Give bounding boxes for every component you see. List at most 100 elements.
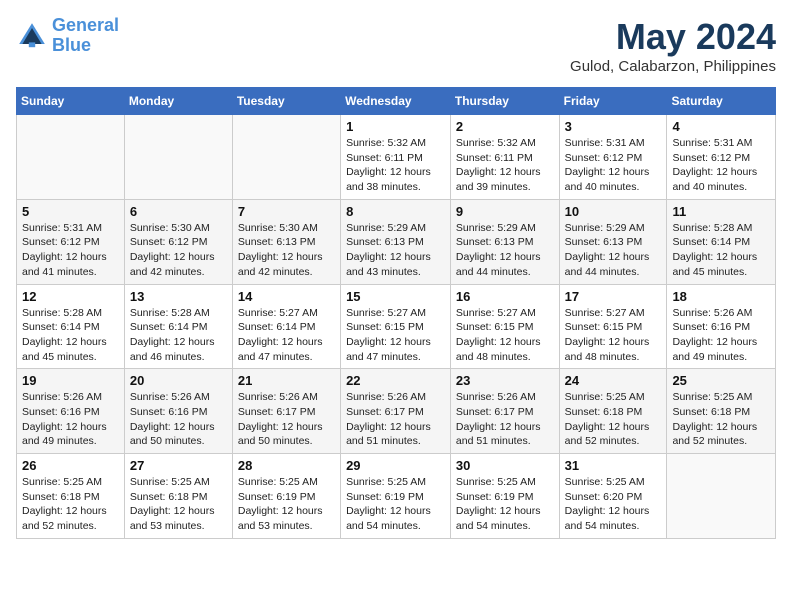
- day-number: 20: [130, 373, 227, 388]
- weekday-header-friday: Friday: [559, 88, 667, 115]
- day-number: 26: [22, 458, 119, 473]
- calendar-cell: 31 Sunrise: 5:25 AM Sunset: 6:20 PM Dayli…: [559, 454, 667, 539]
- day-number: 22: [346, 373, 445, 388]
- day-info: Sunrise: 5:26 AM Sunset: 6:16 PM Dayligh…: [672, 306, 770, 365]
- logo-line2: Blue: [52, 35, 91, 55]
- day-info: Sunrise: 5:27 AM Sunset: 6:15 PM Dayligh…: [456, 306, 554, 365]
- day-info: Sunrise: 5:27 AM Sunset: 6:14 PM Dayligh…: [238, 306, 335, 365]
- day-info: Sunrise: 5:25 AM Sunset: 6:20 PM Dayligh…: [565, 475, 662, 534]
- day-info: Sunrise: 5:31 AM Sunset: 6:12 PM Dayligh…: [22, 221, 119, 280]
- weekday-header-row: SundayMondayTuesdayWednesdayThursdayFrid…: [17, 88, 776, 115]
- weekday-header-sunday: Sunday: [17, 88, 125, 115]
- day-number: 1: [346, 119, 445, 134]
- calendar-cell: [667, 454, 776, 539]
- day-info: Sunrise: 5:26 AM Sunset: 6:17 PM Dayligh…: [238, 390, 335, 449]
- title-block: May 2024 Gulod, Calabarzon, Philippines: [570, 16, 776, 75]
- calendar-cell: 23 Sunrise: 5:26 AM Sunset: 6:17 PM Dayli…: [450, 369, 559, 454]
- day-number: 5: [22, 204, 119, 219]
- calendar-cell: 16 Sunrise: 5:27 AM Sunset: 6:15 PM Dayli…: [450, 284, 559, 369]
- weekday-header-saturday: Saturday: [667, 88, 776, 115]
- calendar-cell: [232, 115, 340, 200]
- logo-line1: General: [52, 15, 119, 35]
- day-number: 30: [456, 458, 554, 473]
- logo: General Blue: [16, 16, 119, 56]
- day-info: Sunrise: 5:31 AM Sunset: 6:12 PM Dayligh…: [672, 136, 770, 195]
- calendar-cell: 15 Sunrise: 5:27 AM Sunset: 6:15 PM Dayli…: [341, 284, 451, 369]
- day-number: 23: [456, 373, 554, 388]
- day-info: Sunrise: 5:25 AM Sunset: 6:18 PM Dayligh…: [22, 475, 119, 534]
- day-info: Sunrise: 5:25 AM Sunset: 6:18 PM Dayligh…: [672, 390, 770, 449]
- day-number: 28: [238, 458, 335, 473]
- day-number: 2: [456, 119, 554, 134]
- day-number: 25: [672, 373, 770, 388]
- calendar-cell: 3Sunrise: 5:31 AM Sunset: 6:12 PM Daylig…: [559, 115, 667, 200]
- calendar-cell: [17, 115, 125, 200]
- calendar-cell: 21 Sunrise: 5:26 AM Sunset: 6:17 PM Dayli…: [232, 369, 340, 454]
- page-header: General Blue May 2024 Gulod, Calabarzon,…: [16, 16, 776, 75]
- calendar-cell: 20 Sunrise: 5:26 AM Sunset: 6:16 PM Dayli…: [124, 369, 232, 454]
- day-info: Sunrise: 5:25 AM Sunset: 6:19 PM Dayligh…: [238, 475, 335, 534]
- calendar-cell: 12Sunrise: 5:28 AM Sunset: 6:14 PM Dayli…: [17, 284, 125, 369]
- calendar-cell: 10Sunrise: 5:29 AM Sunset: 6:13 PM Dayli…: [559, 199, 667, 284]
- day-number: 6: [130, 204, 227, 219]
- day-info: Sunrise: 5:29 AM Sunset: 6:13 PM Dayligh…: [346, 221, 445, 280]
- day-number: 17: [565, 289, 662, 304]
- day-number: 7: [238, 204, 335, 219]
- day-number: 4: [672, 119, 770, 134]
- day-info: Sunrise: 5:28 AM Sunset: 6:14 PM Dayligh…: [22, 306, 119, 365]
- calendar-cell: 25 Sunrise: 5:25 AM Sunset: 6:18 PM Dayli…: [667, 369, 776, 454]
- calendar-cell: 9 Sunrise: 5:29 AM Sunset: 6:13 PM Daylig…: [450, 199, 559, 284]
- calendar-cell: 26 Sunrise: 5:25 AM Sunset: 6:18 PM Dayli…: [17, 454, 125, 539]
- calendar-cell: [124, 115, 232, 200]
- day-info: Sunrise: 5:26 AM Sunset: 6:17 PM Dayligh…: [456, 390, 554, 449]
- day-info: Sunrise: 5:26 AM Sunset: 6:17 PM Dayligh…: [346, 390, 445, 449]
- day-number: 9: [456, 204, 554, 219]
- day-number: 27: [130, 458, 227, 473]
- week-row-3: 12Sunrise: 5:28 AM Sunset: 6:14 PM Dayli…: [17, 284, 776, 369]
- calendar-cell: 8 Sunrise: 5:29 AM Sunset: 6:13 PM Daylig…: [341, 199, 451, 284]
- calendar-cell: 19Sunrise: 5:26 AM Sunset: 6:16 PM Dayli…: [17, 369, 125, 454]
- week-row-4: 19 Sunrise: 5:26 AM Sunset: 6:16 PM Dayli…: [17, 369, 776, 454]
- day-number: 15: [346, 289, 445, 304]
- calendar-cell: 24 Sunrise: 5:25 AM Sunset: 6:18 PM Dayli…: [559, 369, 667, 454]
- logo-text: General Blue: [52, 16, 119, 56]
- day-info: Sunrise: 5:25 AM Sunset: 6:18 PM Dayligh…: [565, 390, 662, 449]
- calendar-table: SundayMondayTuesdayWednesdayThursdayFrid…: [16, 87, 776, 539]
- day-number: 31: [565, 458, 662, 473]
- day-info: Sunrise: 5:26 AM Sunset: 6:16 PM Dayligh…: [130, 390, 227, 449]
- day-info: Sunrise: 5:28 AM Sunset: 6:14 PM Dayligh…: [672, 221, 770, 280]
- day-number: 13: [130, 289, 227, 304]
- day-info: Sunrise: 5:25 AM Sunset: 6:19 PM Dayligh…: [456, 475, 554, 534]
- calendar-cell: 27 Sunrise: 5:25 AM Sunset: 6:18 PM Dayli…: [124, 454, 232, 539]
- calendar-cell: 30 Sunrise: 5:25 AM Sunset: 6:19 PM Dayli…: [450, 454, 559, 539]
- day-number: 24: [565, 373, 662, 388]
- day-info: Sunrise: 5:29 AM Sunset: 6:13 PM Dayligh…: [565, 221, 662, 280]
- day-info: Sunrise: 5:27 AM Sunset: 6:15 PM Dayligh…: [346, 306, 445, 365]
- day-number: 21: [238, 373, 335, 388]
- day-info: Sunrise: 5:25 AM Sunset: 6:19 PM Dayligh…: [346, 475, 445, 534]
- day-number: 16: [456, 289, 554, 304]
- calendar-cell: 2Sunrise: 5:32 AM Sunset: 6:11 PM Daylig…: [450, 115, 559, 200]
- calendar-cell: 6Sunrise: 5:30 AM Sunset: 6:12 PM Daylig…: [124, 199, 232, 284]
- day-info: Sunrise: 5:29 AM Sunset: 6:13 PM Dayligh…: [456, 221, 554, 280]
- day-info: Sunrise: 5:32 AM Sunset: 6:11 PM Dayligh…: [346, 136, 445, 195]
- day-number: 11: [672, 204, 770, 219]
- calendar-cell: 4 Sunrise: 5:31 AM Sunset: 6:12 PM Daylig…: [667, 115, 776, 200]
- calendar-cell: 11 Sunrise: 5:28 AM Sunset: 6:14 PM Dayli…: [667, 199, 776, 284]
- day-info: Sunrise: 5:28 AM Sunset: 6:14 PM Dayligh…: [130, 306, 227, 365]
- day-info: Sunrise: 5:25 AM Sunset: 6:18 PM Dayligh…: [130, 475, 227, 534]
- day-number: 3: [565, 119, 662, 134]
- calendar-cell: 29Sunrise: 5:25 AM Sunset: 6:19 PM Dayli…: [341, 454, 451, 539]
- calendar-cell: 13 Sunrise: 5:28 AM Sunset: 6:14 PM Dayli…: [124, 284, 232, 369]
- day-number: 8: [346, 204, 445, 219]
- calendar-cell: 18Sunrise: 5:26 AM Sunset: 6:16 PM Dayli…: [667, 284, 776, 369]
- day-number: 19: [22, 373, 119, 388]
- month-title: May 2024: [570, 16, 776, 58]
- logo-icon: [16, 20, 48, 52]
- calendar-cell: 17Sunrise: 5:27 AM Sunset: 6:15 PM Dayli…: [559, 284, 667, 369]
- weekday-header-tuesday: Tuesday: [232, 88, 340, 115]
- day-info: Sunrise: 5:30 AM Sunset: 6:13 PM Dayligh…: [238, 221, 335, 280]
- weekday-header-monday: Monday: [124, 88, 232, 115]
- calendar-cell: 7 Sunrise: 5:30 AM Sunset: 6:13 PM Daylig…: [232, 199, 340, 284]
- weekday-header-thursday: Thursday: [450, 88, 559, 115]
